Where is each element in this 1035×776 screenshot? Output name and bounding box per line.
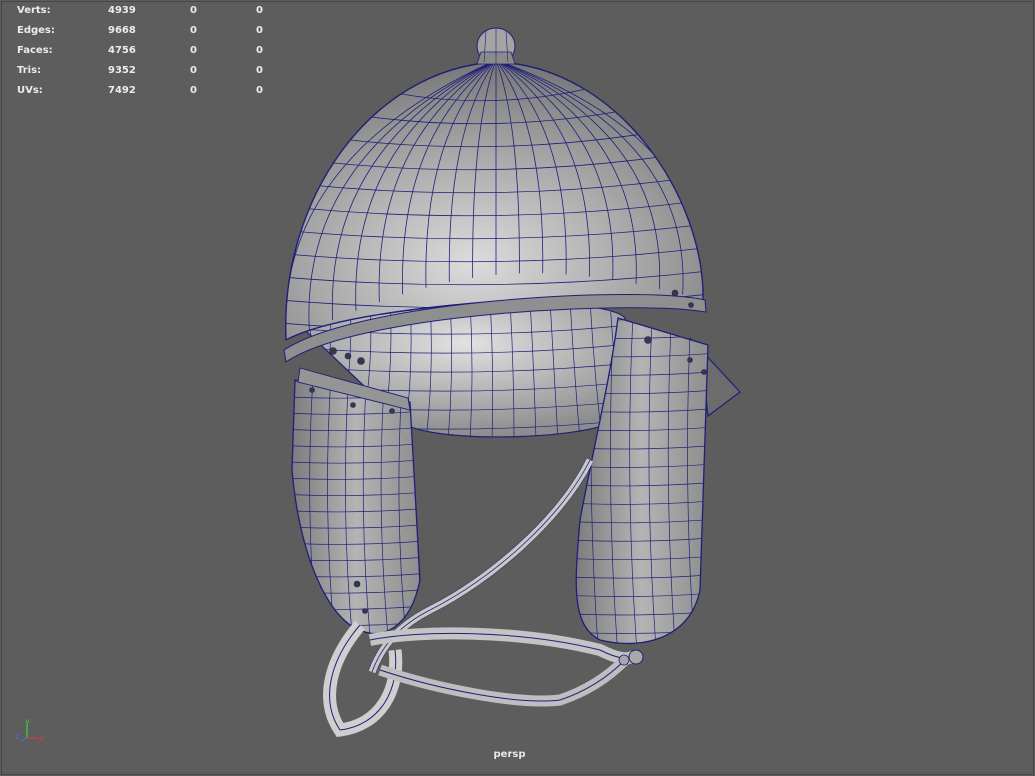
hud-label: Verts: <box>17 5 51 16</box>
hud-selected: 0 <box>190 85 197 96</box>
hud-selected: 0 <box>190 5 197 16</box>
y-axis-label: y <box>25 717 30 726</box>
hud-component: 0 <box>256 25 263 36</box>
hud-label: Faces: <box>17 45 53 56</box>
poly-count-hud: Verts: 4939 0 0 Edges: 9668 0 0 Faces: 4… <box>17 1 277 101</box>
hud-total: 7492 <box>108 85 136 96</box>
z-axis-line <box>20 737 28 742</box>
hud-label: UVs: <box>17 85 43 96</box>
hud-component: 0 <box>256 65 263 76</box>
hud-label: Edges: <box>17 25 55 36</box>
hud-total: 4756 <box>108 45 136 56</box>
hud-selected: 0 <box>190 25 197 36</box>
hud-total: 9352 <box>108 65 136 76</box>
axis-gizmo-icon: y x z <box>15 717 44 743</box>
hud-row-verts: Verts: 4939 0 0 <box>17 1 277 21</box>
hud-label: Tris: <box>17 65 42 76</box>
hud-selected: 0 <box>190 65 197 76</box>
x-axis-label: x <box>39 734 44 743</box>
perspective-viewport[interactable]: Verts: 4939 0 0 Edges: 9668 0 0 Faces: 4… <box>0 0 1035 776</box>
camera-name-label: persp <box>493 749 526 760</box>
hud-total: 9668 <box>108 25 136 36</box>
hud-component: 0 <box>256 5 263 16</box>
helmet-mesh[interactable] <box>0 0 1035 776</box>
hud-row-edges: Edges: 9668 0 0 <box>17 21 277 41</box>
hud-component: 0 <box>256 45 263 56</box>
hud-row-tris: Tris: 9352 0 0 <box>17 61 277 81</box>
helmet-knob <box>476 27 516 65</box>
z-axis-label: z <box>15 732 19 741</box>
hud-component: 0 <box>256 85 263 96</box>
hud-row-faces: Faces: 4756 0 0 <box>17 41 277 61</box>
hud-row-uvs: UVs: 7492 0 0 <box>17 81 277 101</box>
hud-total: 4939 <box>108 5 136 16</box>
hud-selected: 0 <box>190 45 197 56</box>
